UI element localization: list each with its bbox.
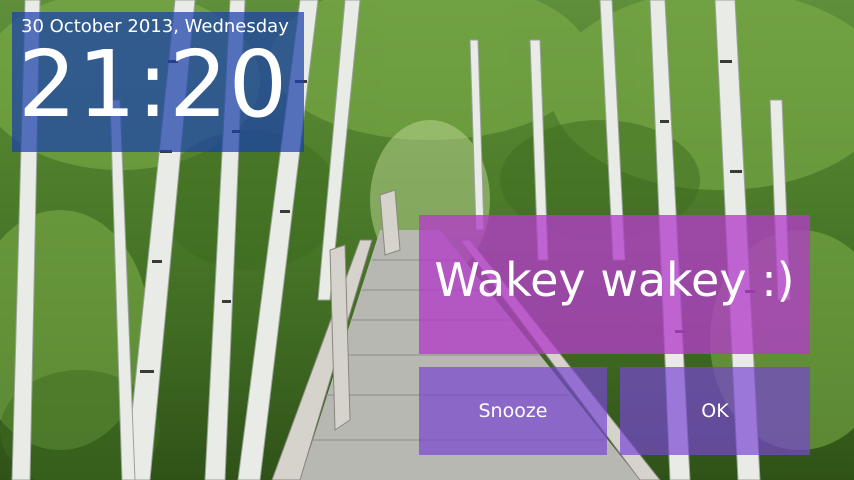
alarm-message-panel: Wakey wakey :)	[419, 215, 810, 354]
alarm-message: Wakey wakey :)	[434, 253, 795, 307]
snooze-button[interactable]: Snooze	[419, 367, 607, 455]
snooze-button-label: Snooze	[478, 400, 548, 422]
clock-panel: 30 October 2013, Wednesday 21:20	[12, 12, 304, 152]
ok-button-label: OK	[701, 400, 729, 422]
ok-button[interactable]: OK	[620, 367, 810, 455]
time-display: 21:20	[18, 31, 289, 138]
